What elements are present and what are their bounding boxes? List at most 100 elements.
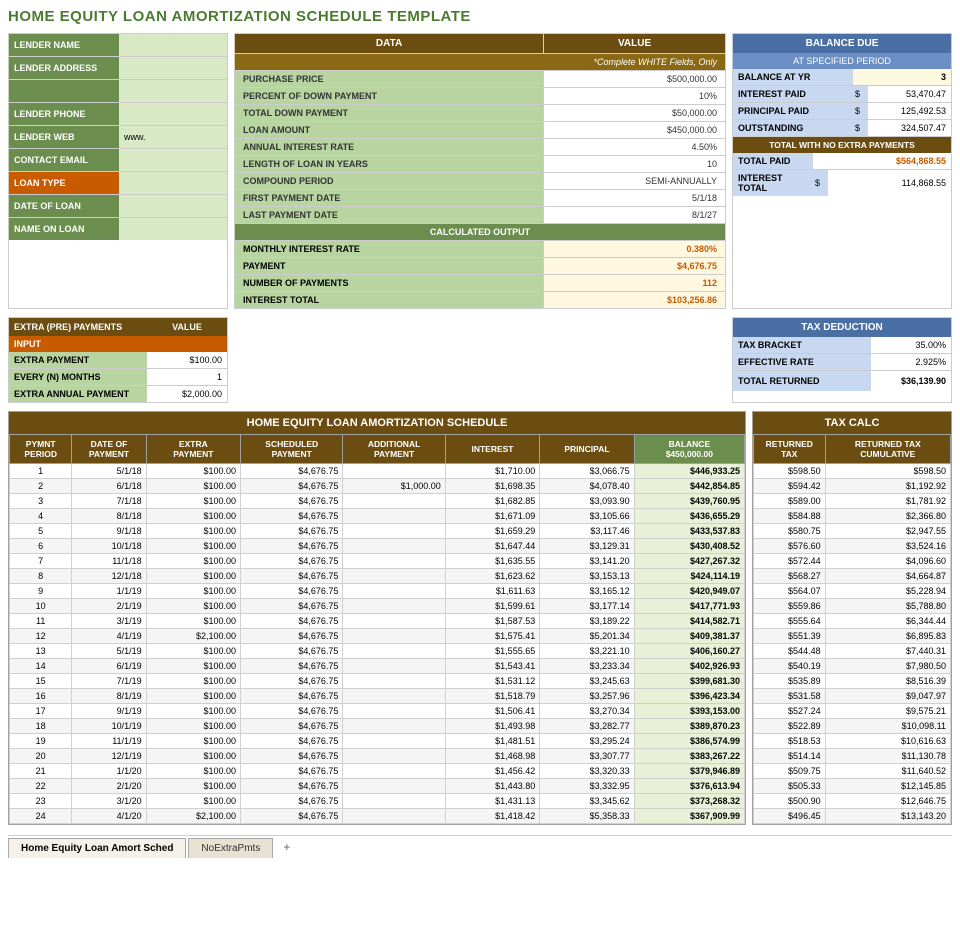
contact-email-value[interactable] xyxy=(119,149,227,171)
table-row: 16 8/1/19 $100.00 $4,676.75 $1,518.79 $3… xyxy=(10,689,745,704)
cell-additional xyxy=(343,644,445,659)
last-payment-val: 8/1/27 xyxy=(544,207,726,224)
cell-interest: $1,468.98 xyxy=(445,749,539,764)
cell-period: 11 xyxy=(10,614,72,629)
total-returned-row: TOTAL RETURNED $36,139.90 xyxy=(733,371,951,391)
purchase-price-val[interactable]: $500,000.00 xyxy=(544,71,726,88)
compound-val[interactable]: SEMI-ANNUALLY xyxy=(544,173,726,190)
lender-address2-value[interactable] xyxy=(119,80,227,102)
interest-total-balance-val: 114,868.55 xyxy=(828,170,951,196)
loan-amount-val: $450,000.00 xyxy=(544,122,726,139)
loan-type-value[interactable] xyxy=(119,172,227,194)
cell-balance: $433,537.83 xyxy=(634,524,744,539)
loan-years-val[interactable]: 10 xyxy=(544,156,726,173)
cell-principal: $3,221.10 xyxy=(540,644,634,659)
cell-ret-cum: $1,781.92 xyxy=(825,494,950,509)
cell-ret-tax: $527.24 xyxy=(754,704,826,719)
interest-paid-row: INTEREST PAID $ 53,470.47 xyxy=(733,86,951,103)
name-on-loan-row: NAME ON LOAN xyxy=(9,218,227,240)
calc-row-interest-total: INTEREST TOTAL $103,256.86 xyxy=(235,292,726,309)
lender-box: LENDER NAME LENDER ADDRESS LENDER PHONE … xyxy=(8,33,228,309)
cell-extra: $100.00 xyxy=(146,479,240,494)
cell-ret-tax: $544.48 xyxy=(754,644,826,659)
cell-interest: $1,587.53 xyxy=(445,614,539,629)
effective-rate-val: 2.925% xyxy=(871,354,951,370)
tax-bracket-val[interactable]: 35.00% xyxy=(871,337,951,353)
table-row: $544.48 $7,440.31 xyxy=(754,644,951,659)
table-row: 17 9/1/19 $100.00 $4,676.75 $1,506.41 $3… xyxy=(10,704,745,719)
lender-phone-row: LENDER PHONE xyxy=(9,103,227,126)
cell-extra: $100.00 xyxy=(146,719,240,734)
cell-principal: $3,066.75 xyxy=(540,464,634,479)
cell-principal: $3,257.96 xyxy=(540,689,634,704)
first-payment-val[interactable]: 5/1/18 xyxy=(544,190,726,207)
cell-interest: $1,659.29 xyxy=(445,524,539,539)
cell-extra: $100.00 xyxy=(146,539,240,554)
name-on-loan-value[interactable] xyxy=(119,218,227,240)
cell-scheduled: $4,676.75 xyxy=(241,509,343,524)
cell-balance: $436,655.29 xyxy=(634,509,744,524)
cell-date: 6/1/19 xyxy=(72,659,146,674)
cell-balance: $409,381.37 xyxy=(634,629,744,644)
extra-payment-val[interactable]: $100.00 xyxy=(147,352,227,368)
down-pct-val[interactable]: 10% xyxy=(544,88,726,105)
cell-ret-cum: $9,047.97 xyxy=(825,689,950,704)
cell-ret-tax: $555.64 xyxy=(754,614,826,629)
total-paid-row: TOTAL PAID $564,868.55 xyxy=(733,153,951,170)
cell-ret-tax: $518.53 xyxy=(754,734,826,749)
table-row: 10 2/1/19 $100.00 $4,676.75 $1,599.61 $3… xyxy=(10,599,745,614)
col-extra: EXTRAPAYMENT xyxy=(146,435,240,464)
annual-rate-val[interactable]: 4.50% xyxy=(544,139,726,156)
cell-ret-tax: $598.50 xyxy=(754,464,826,479)
cell-ret-tax: $500.90 xyxy=(754,794,826,809)
cell-date: 1/1/20 xyxy=(72,764,146,779)
cell-period: 6 xyxy=(10,539,72,554)
total-returned-val: $36,139.90 xyxy=(871,371,951,391)
table-row: $531.58 $9,047.97 xyxy=(754,689,951,704)
cell-scheduled: $4,676.75 xyxy=(241,599,343,614)
cell-ret-cum: $6,344.44 xyxy=(825,614,950,629)
table-row: 12 4/1/19 $2,100.00 $4,676.75 $1,575.41 … xyxy=(10,629,745,644)
lender-web-value[interactable]: www. xyxy=(119,126,227,148)
balance-at-yr-val[interactable]: 3 xyxy=(853,69,951,85)
data-table-wrap: DATA VALUE *Complete WHITE Fields, Only … xyxy=(234,33,726,309)
cell-period: 19 xyxy=(10,734,72,749)
cell-date: 12/1/19 xyxy=(72,749,146,764)
cell-ret-tax: $568.27 xyxy=(754,569,826,584)
principal-paid-label: PRINCIPAL PAID xyxy=(733,103,853,119)
cell-ret-tax: $540.19 xyxy=(754,659,826,674)
tab-add-button[interactable]: + xyxy=(275,836,298,858)
cell-additional xyxy=(343,614,445,629)
lender-address-value[interactable] xyxy=(119,57,227,79)
loan-type-label: LOAN TYPE xyxy=(9,172,119,194)
cell-balance: $389,870.23 xyxy=(634,719,744,734)
cell-principal: $4,078.40 xyxy=(540,479,634,494)
cell-extra: $100.00 xyxy=(146,749,240,764)
tab-no-extra[interactable]: NoExtraPmts xyxy=(188,838,273,858)
lender-name-value[interactable] xyxy=(119,34,227,56)
amort-main-header: HOME EQUITY LOAN AMORTIZATION SCHEDULE xyxy=(9,412,745,434)
cell-balance: $383,267.22 xyxy=(634,749,744,764)
table-row: $584.88 $2,366.80 xyxy=(754,509,951,524)
cell-ret-tax: $580.75 xyxy=(754,524,826,539)
main-amort-table-wrap: HOME EQUITY LOAN AMORTIZATION SCHEDULE P… xyxy=(8,411,746,825)
cell-additional xyxy=(343,689,445,704)
extra-annual-val[interactable]: $2,000.00 xyxy=(147,386,227,402)
date-of-loan-value[interactable] xyxy=(119,195,227,217)
cell-date: 11/1/18 xyxy=(72,554,146,569)
col-period: PYMNTPERIOD xyxy=(10,435,72,464)
cell-balance: $427,267.32 xyxy=(634,554,744,569)
cell-principal: $3,282.77 xyxy=(540,719,634,734)
cell-ret-cum: $7,980.50 xyxy=(825,659,950,674)
tax-calc-header: TAX CALC xyxy=(753,412,951,434)
cell-interest: $1,575.41 xyxy=(445,629,539,644)
table-row: $535.89 $8,516.39 xyxy=(754,674,951,689)
table-row: $564.07 $5,228.94 xyxy=(754,584,951,599)
cell-period: 2 xyxy=(10,479,72,494)
every-n-months-val[interactable]: 1 xyxy=(147,369,227,385)
cell-ret-cum: $4,664.87 xyxy=(825,569,950,584)
lender-phone-value[interactable] xyxy=(119,103,227,125)
tab-home-equity[interactable]: Home Equity Loan Amort Sched xyxy=(8,838,186,858)
tax-bracket-row: TAX BRACKET 35.00% xyxy=(733,337,951,354)
cell-interest: $1,443.80 xyxy=(445,779,539,794)
